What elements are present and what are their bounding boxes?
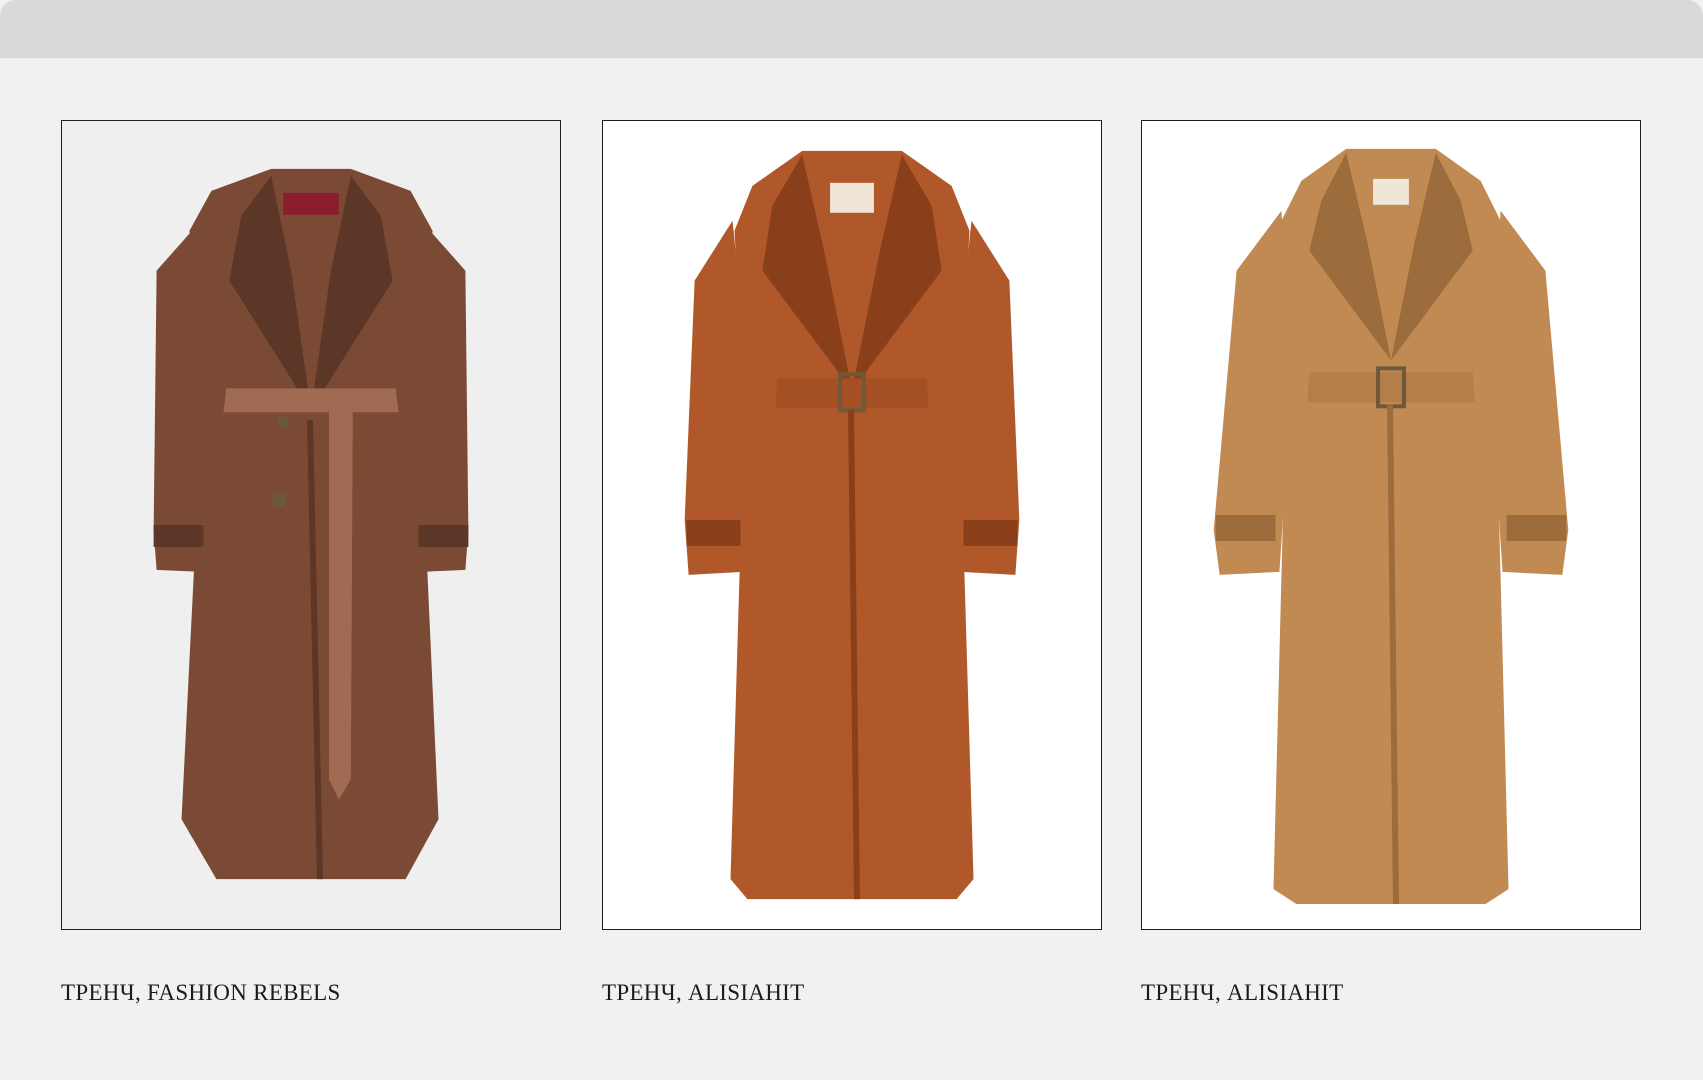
product-caption-1[interactable]: ТРЕНЧ, FASHION REBELS: [61, 980, 341, 1006]
leather-trench-coat-photo-icon: [684, 150, 1020, 900]
suede-trench-coat-photo-icon: [153, 168, 469, 880]
app-window: ТРЕНЧ, FASHION REBELS ТРЕНЧ, ALISIAHIT Т…: [0, 0, 1703, 1080]
product-card-2[interactable]: [602, 120, 1102, 930]
product-card-3[interactable]: [1141, 120, 1641, 930]
product-card-1[interactable]: [61, 120, 561, 930]
product-caption-3[interactable]: ТРЕНЧ, ALISIAHIT: [1141, 980, 1343, 1006]
camel-trench-coat-photo-icon: [1213, 148, 1569, 905]
product-caption-2[interactable]: ТРЕНЧ, ALISIAHIT: [602, 980, 804, 1006]
top-bar: [0, 0, 1703, 58]
